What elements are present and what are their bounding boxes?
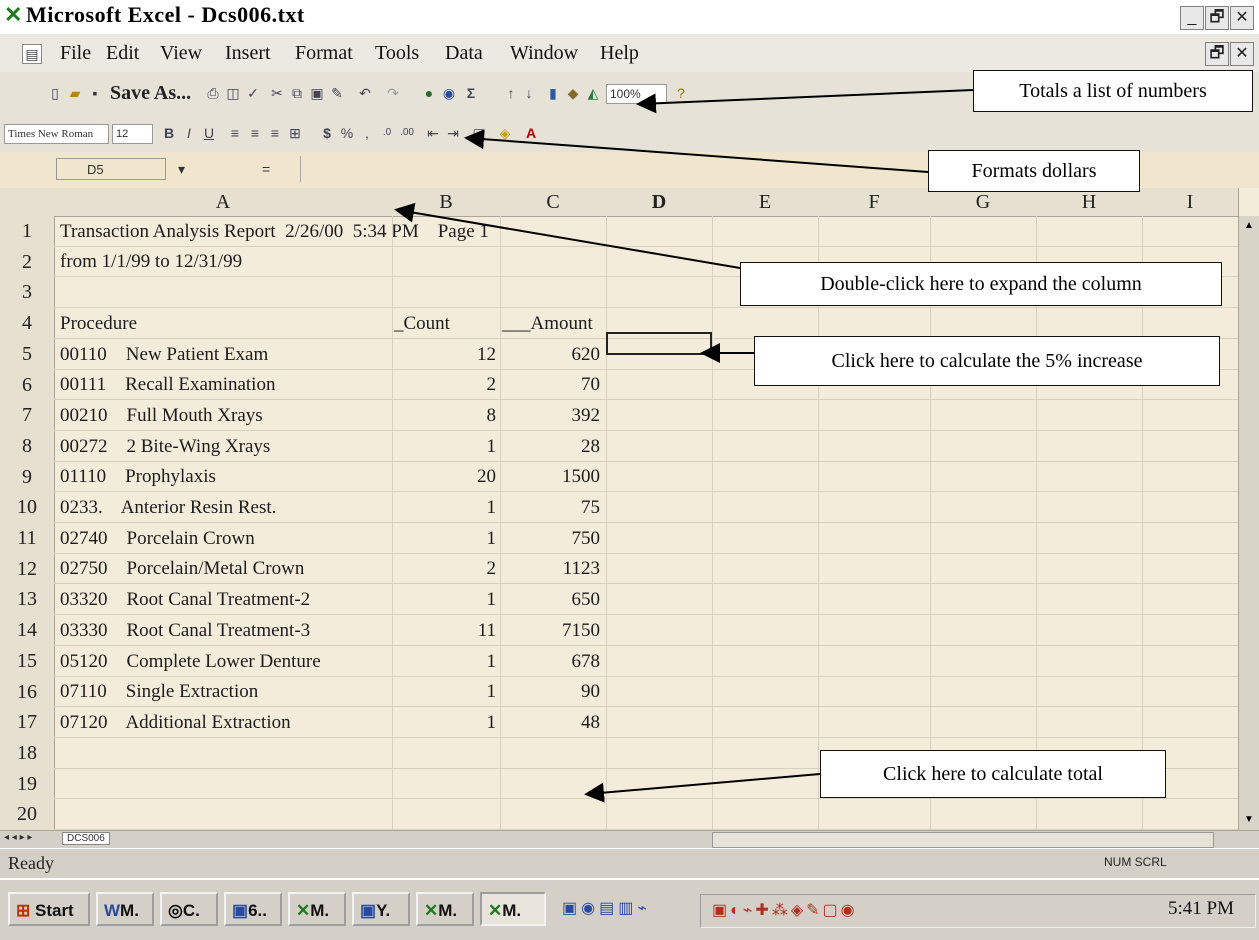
arrow-formats (464, 129, 929, 173)
arrow-total (584, 773, 821, 803)
arrow-totals (636, 89, 974, 114)
arrow-expand (394, 202, 741, 269)
callout-arrows (394, 89, 974, 803)
